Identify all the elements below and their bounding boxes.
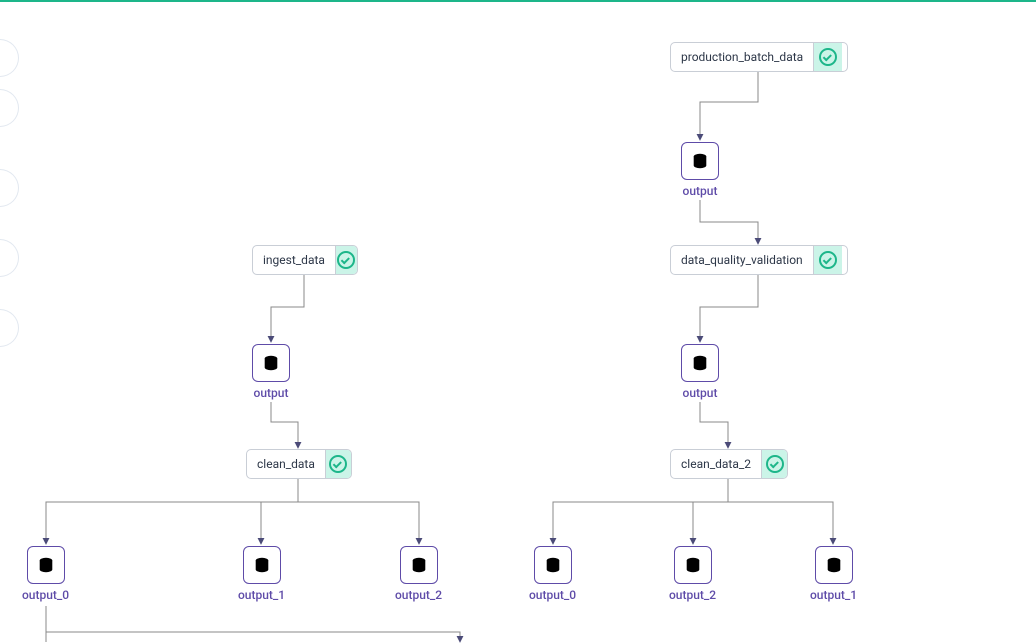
status-success-icon — [761, 450, 787, 478]
artifact-label: output_0 — [529, 588, 576, 602]
status-success-icon — [325, 450, 351, 478]
artifact-output-2[interactable]: output_2 — [669, 546, 716, 602]
artifact-output[interactable]: output — [252, 344, 290, 400]
database-icon — [252, 344, 290, 382]
artifact-label: output_1 — [810, 588, 857, 602]
task-clean-data[interactable]: clean_data — [246, 449, 352, 479]
database-icon — [400, 546, 438, 584]
artifact-output-1[interactable]: output_1 — [238, 546, 285, 602]
database-icon — [681, 142, 719, 180]
artifact-output-2[interactable]: output_2 — [395, 546, 442, 602]
status-success-icon — [335, 246, 357, 274]
artifact-label: output_2 — [395, 588, 442, 602]
task-label: data_quality_validation — [671, 253, 813, 267]
artifact-output-1[interactable]: output_1 — [810, 546, 857, 602]
artifact-label: output_1 — [238, 588, 285, 602]
artifact-label: output — [683, 386, 718, 400]
task-data-quality-validation[interactable]: data_quality_validation — [670, 245, 848, 275]
graph-canvas[interactable]: production_batch_data data_quality_valid… — [0, 2, 1036, 642]
database-icon — [674, 546, 712, 584]
task-production-batch-data[interactable]: production_batch_data — [670, 42, 848, 72]
status-success-icon — [813, 246, 842, 274]
task-label: production_batch_data — [671, 50, 813, 64]
database-icon — [681, 344, 719, 382]
artifact-label: output — [683, 184, 718, 198]
database-icon — [534, 546, 572, 584]
artifact-label: output_2 — [669, 588, 716, 602]
artifact-label: output — [254, 386, 289, 400]
status-success-icon — [813, 43, 842, 71]
artifact-output[interactable]: output — [681, 344, 719, 400]
artifact-output[interactable]: output — [681, 142, 719, 198]
database-icon — [243, 546, 281, 584]
task-label: ingest_data — [253, 253, 335, 267]
task-ingest-data[interactable]: ingest_data — [252, 245, 358, 275]
graph-edges — [0, 2, 1036, 644]
database-icon — [815, 546, 853, 584]
task-clean-data-2[interactable]: clean_data_2 — [670, 449, 788, 479]
artifact-output-0[interactable]: output_0 — [529, 546, 576, 602]
database-icon — [27, 546, 65, 584]
task-label: clean_data_2 — [671, 457, 761, 471]
artifact-output-0[interactable]: output_0 — [22, 546, 69, 602]
artifact-label: output_0 — [22, 588, 69, 602]
task-label: clean_data — [247, 457, 325, 471]
